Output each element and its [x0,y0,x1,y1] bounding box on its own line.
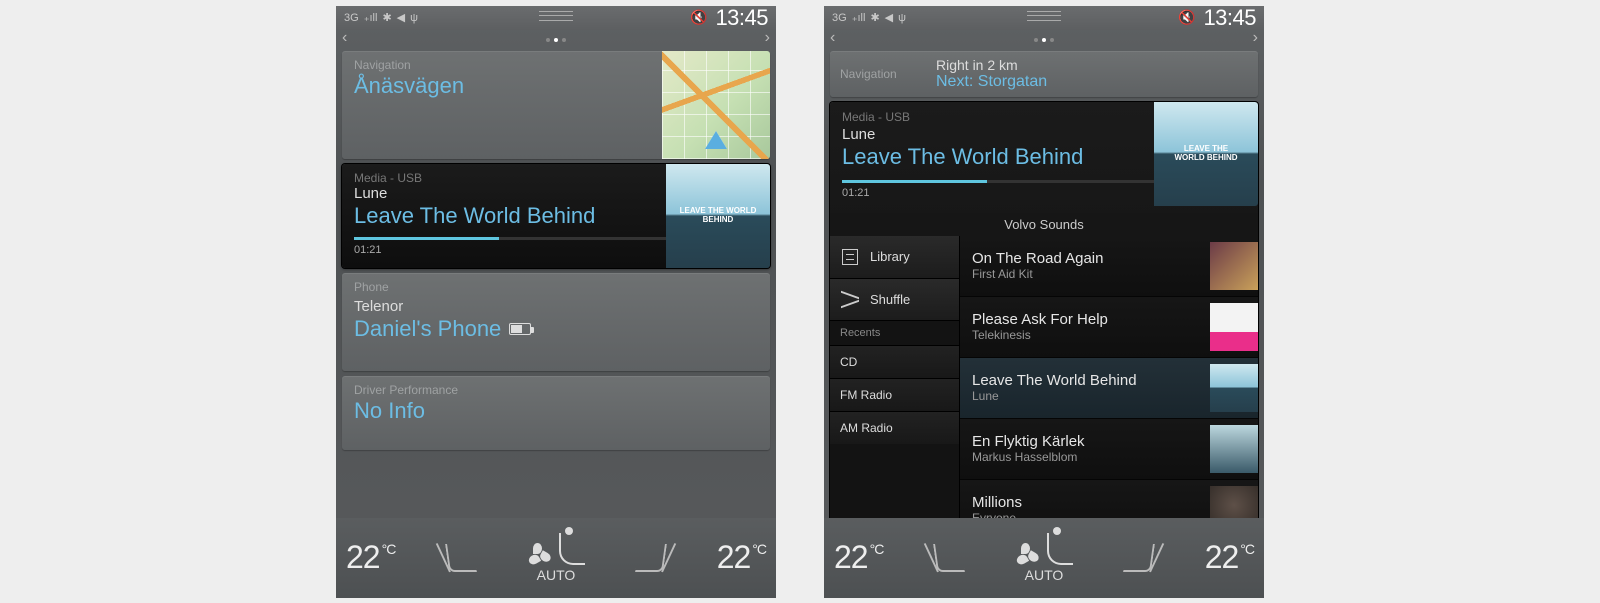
shuffle-button[interactable]: Shuffle [830,279,959,321]
antenna-icon: ψ [898,12,906,24]
playlist-title: Volvo Sounds [830,213,1258,236]
tile-header: Driver Performance [342,376,770,397]
album-art [1210,425,1258,473]
pager: ‹ › [824,30,1264,46]
tile-phone[interactable]: Phone Telenor Daniel's Phone [342,273,770,371]
pager: ‹ › [336,30,776,46]
clock: 13:45 [715,6,768,31]
antenna-icon: ψ [410,12,418,24]
album-art: LEAVE THE WORLD BEHIND [666,164,770,268]
device-home: 3G ₊ıll ✱ ◀ ψ 🔇 13:45 ‹ › Navigation Ånä… [336,6,776,598]
seat-right-icon[interactable] [1123,544,1155,572]
fan-mode-button[interactable]: AUTO [1015,533,1073,583]
location-icon: ◀ [885,11,893,24]
tile-header: Phone [342,273,770,294]
track-row[interactable]: On The Road AgainFirst Aid Kit [960,236,1258,297]
temp-left[interactable]: 22°C [346,539,395,576]
nav-instruction: Right in 2 km [936,57,1047,73]
media-elapsed: 01:21 [842,187,870,199]
fan-icon [1015,543,1037,565]
library-icon [840,249,860,265]
track-row[interactable]: En Flyktig KärlekMarkus Hasselblom [960,419,1258,480]
fan-icon [527,543,549,565]
tile-navigation-compact[interactable]: Navigation Right in 2 km Next: Storgatan [830,51,1258,97]
fan-mode-button[interactable]: AUTO [527,533,585,583]
tile-driver-performance[interactable]: Driver Performance No Info [342,376,770,450]
signal-icon: ₊ıll [364,11,378,24]
phone-carrier: Telenor [342,294,770,315]
media-sidebar: Library Shuffle Recents CD FM Radio AM R… [830,236,960,541]
temp-right[interactable]: 22°C [717,539,766,576]
tile-media-expanded: Media - USB Lune Leave The World Behind … [830,102,1258,541]
media-elapsed: 01:21 [354,244,382,256]
chevron-left-icon[interactable]: ‹ [830,29,835,47]
drag-handle-icon[interactable] [1027,11,1061,21]
network-label: 3G [344,12,359,24]
airflow-icon [1047,533,1073,565]
track-list: On The Road AgainFirst Aid Kit Please As… [960,236,1258,541]
climate-bar: 22°C AUTO 22°C [824,518,1264,598]
drag-handle-icon[interactable] [539,11,573,21]
status-bar: 3G ₊ıll ✱ ◀ ψ 🔇 13:45 [336,6,776,30]
network-label: 3G [832,12,847,24]
album-art: LEAVE THEWORLD BEHIND [1154,102,1258,206]
shuffle-icon [840,292,860,306]
tile-navigation[interactable]: Navigation Ånäsvägen [342,51,770,159]
fan-mode-label: AUTO [537,567,576,583]
seat-left-icon[interactable] [445,544,477,572]
bluetooth-icon: ✱ [382,11,391,24]
recents-label: Recents [830,321,959,345]
library-button[interactable]: Library [830,236,959,279]
status-bar: 3G ₊ıll ✱ ◀ ψ 🔇 13:45 [824,6,1264,30]
track-row[interactable]: Leave The World BehindLune [960,358,1258,419]
fan-mode-label: AUTO [1025,567,1064,583]
signal-icon: ₊ıll [852,11,866,24]
album-art [1210,364,1258,412]
nav-next: Next: Storgatan [936,73,1047,91]
source-am[interactable]: AM Radio [830,411,959,444]
phone-device: Daniel's Phone [342,315,770,352]
source-cd[interactable]: CD [830,345,959,378]
climate-bar: 22°C AUTO 22°C [336,518,776,598]
track-row[interactable]: Please Ask For HelpTelekinesis [960,297,1258,358]
device-media-expanded: 3G ₊ıll ✱ ◀ ψ 🔇 13:45 ‹ › Navigation Rig… [824,6,1264,598]
chevron-right-icon[interactable]: › [765,29,770,47]
seat-right-icon[interactable] [635,544,667,572]
seat-left-icon[interactable] [933,544,965,572]
temp-right[interactable]: 22°C [1205,539,1254,576]
mute-icon[interactable]: 🔇 [690,9,707,26]
media-now-playing[interactable]: Media - USB Lune Leave The World Behind … [830,102,1258,213]
chevron-left-icon[interactable]: ‹ [342,29,347,47]
tile-media[interactable]: Media - USB Lune Leave The World Behind … [342,164,770,268]
map-cursor-icon [705,131,727,149]
airflow-icon [559,533,585,565]
mute-icon[interactable]: 🔇 [1178,9,1195,26]
battery-icon [509,323,531,335]
bluetooth-icon: ✱ [870,11,879,24]
drv-value: No Info [342,397,770,434]
clock: 13:45 [1203,6,1256,31]
map-thumbnail [662,51,770,159]
source-fm[interactable]: FM Radio [830,378,959,411]
location-icon: ◀ [397,11,405,24]
album-art [1210,242,1258,290]
album-art [1210,303,1258,351]
chevron-right-icon[interactable]: › [1253,29,1258,47]
temp-left[interactable]: 22°C [834,539,883,576]
